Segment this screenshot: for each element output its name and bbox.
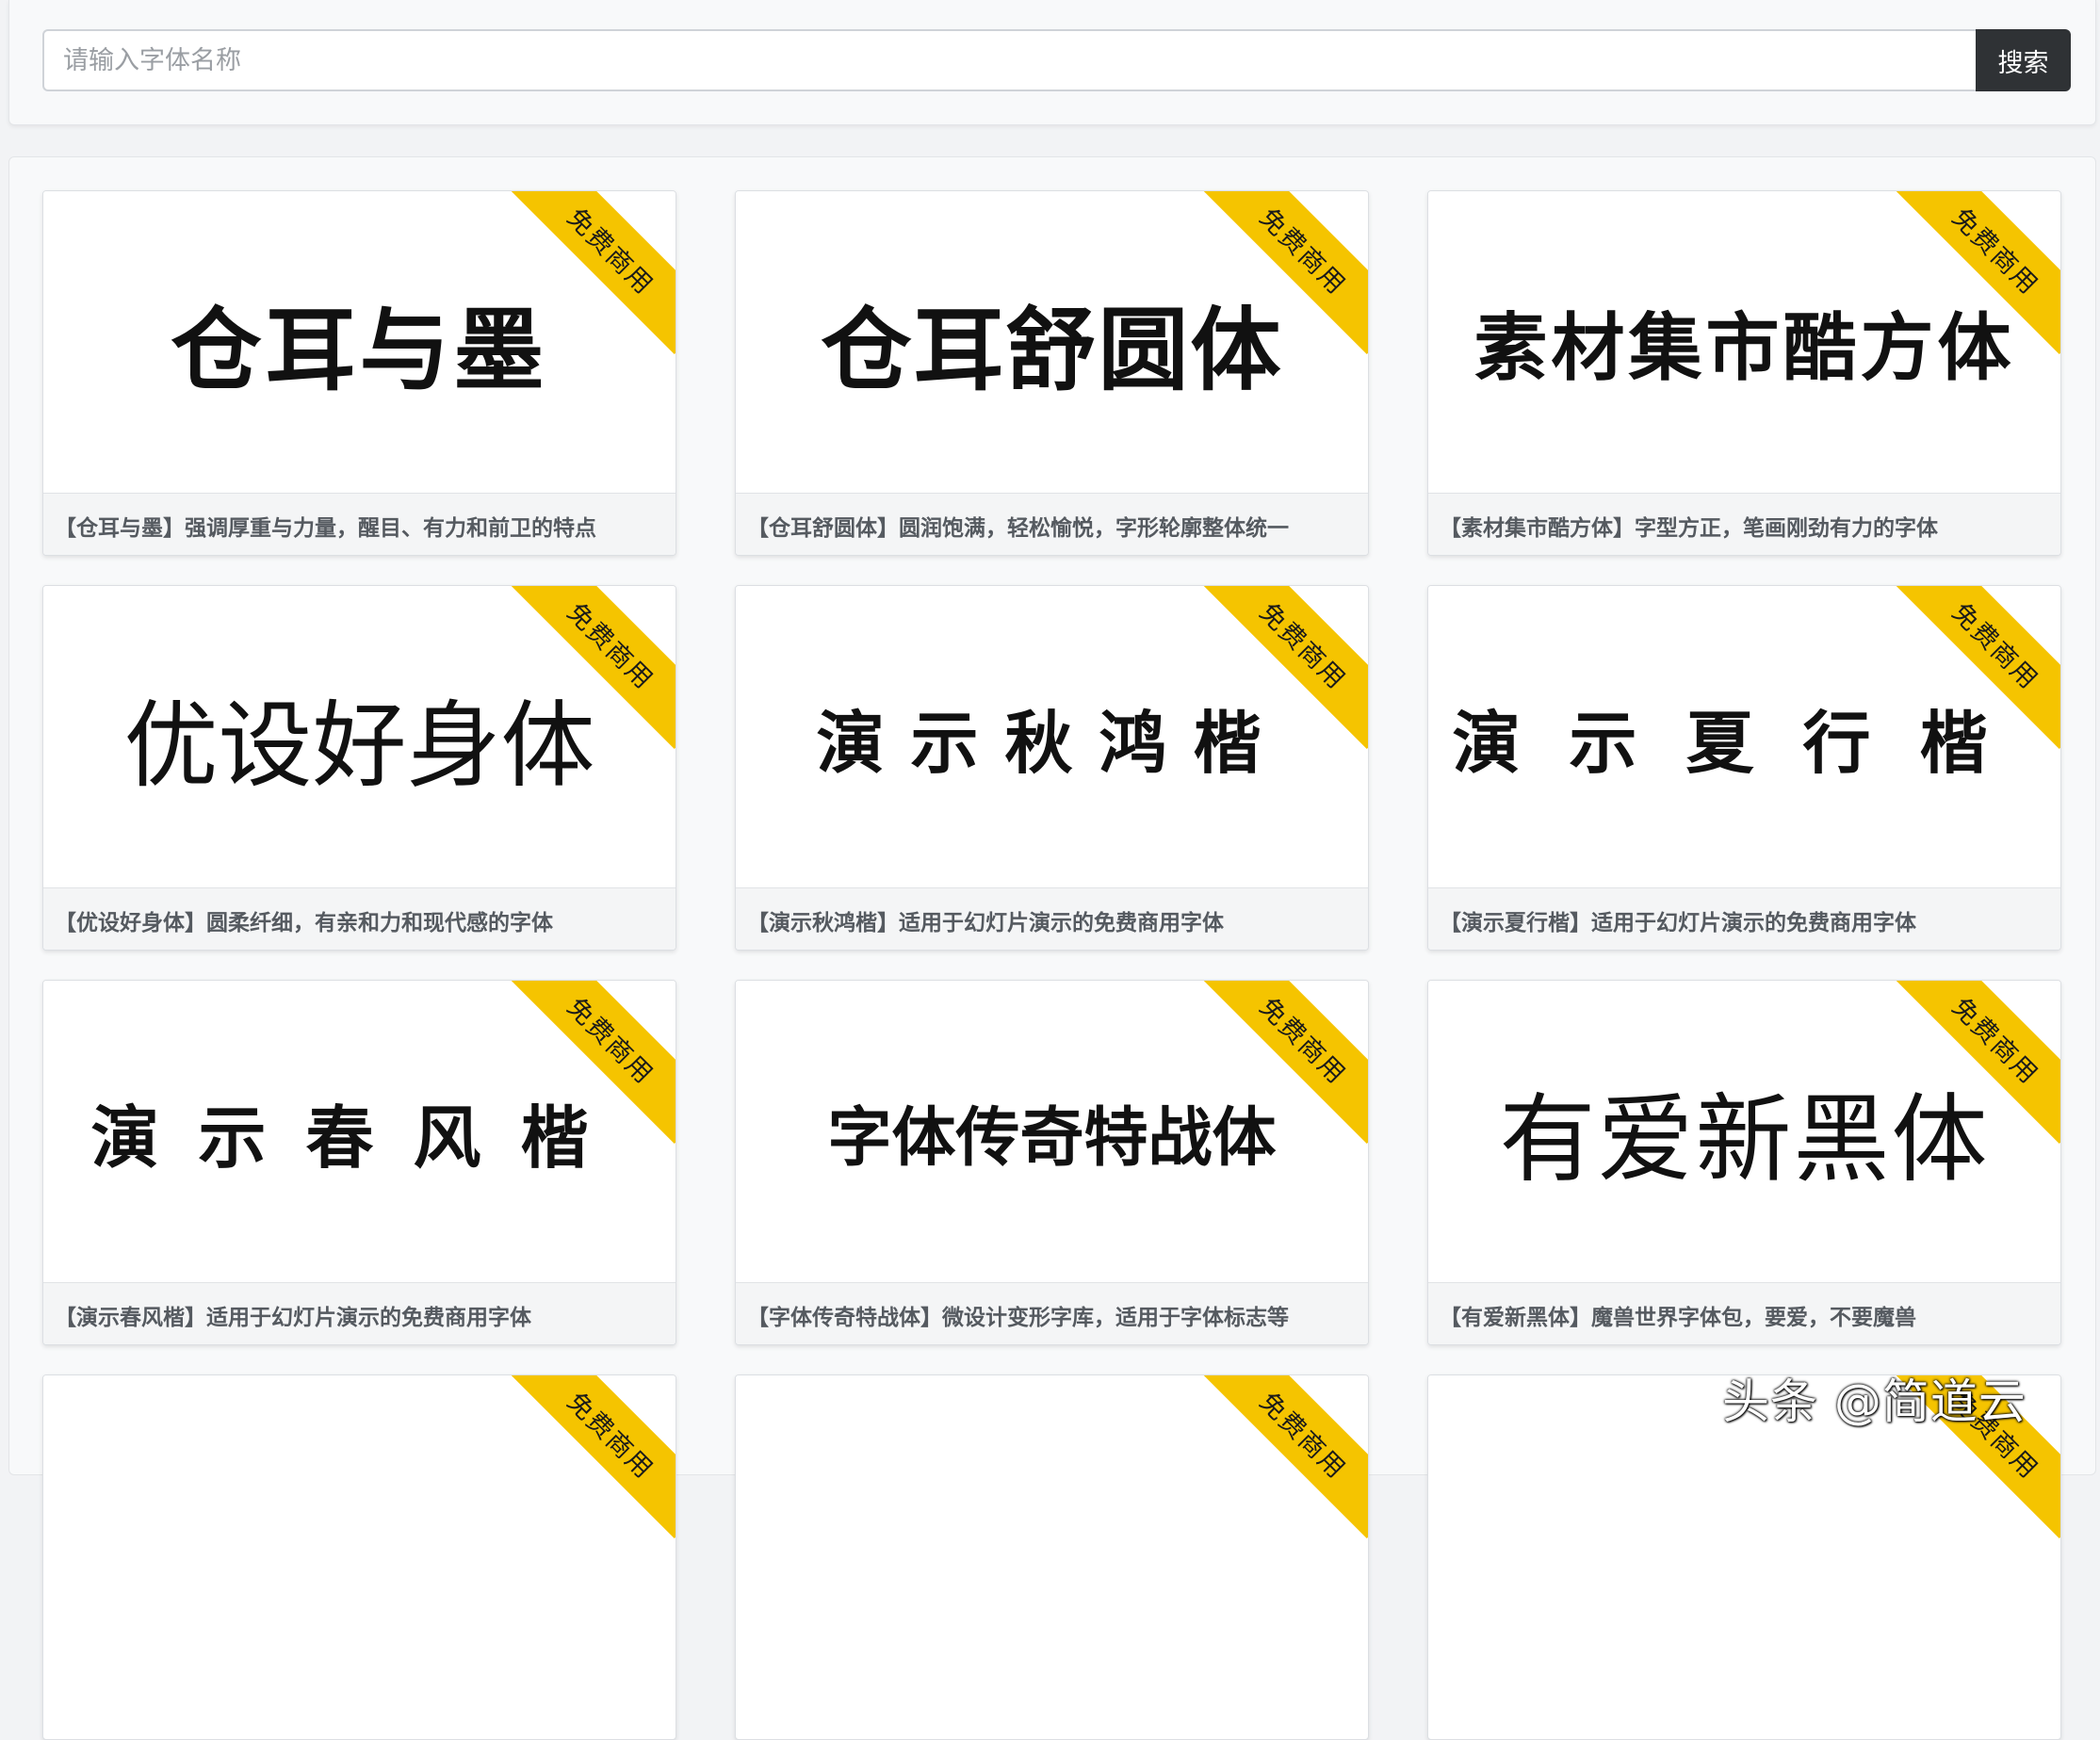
- font-card-partial-2[interactable]: 免费商用: [735, 1374, 1369, 1740]
- font-caption-bar: 【演示秋鸿楷】适用于幻灯片演示的免费商用字体: [736, 887, 1368, 950]
- font-description: 【有爱新黑体】魔兽世界字体包，要爱，不要魔兽: [1440, 1305, 1916, 1330]
- font-card-su-cai-ji-shi-ku-fang[interactable]: 素材集市酷方体 【素材集市酷方体】字型方正，笔画刚劲有力的字体 免费商用: [1427, 190, 2061, 556]
- source-watermark: 头条 @简道云: [1722, 1374, 2027, 1429]
- font-caption-bar: 【字体传奇特战体】微设计变形字库，适用于字体标志等: [736, 1282, 1368, 1344]
- font-grid: 仓耳与墨 【仓耳与墨】强调厚重与力量，醒目、有力和前卫的特点 免费商用 仓耳舒圆…: [42, 190, 2061, 1740]
- font-description: 【演示夏行楷】适用于幻灯片演示的免费商用字体: [1440, 910, 1916, 935]
- font-card-yan-shi-chun-feng-kai[interactable]: 演示春风楷 【演示春风楷】适用于幻灯片演示的免费商用字体 免费商用: [42, 980, 676, 1345]
- font-card-you-she-hao-shen[interactable]: 优设好身体 【优设好身体】圆柔纤细，有亲和力和现代感的字体 免费商用: [42, 585, 676, 951]
- font-caption-bar: 【仓耳舒圆体】圆润饱满，轻松愉悦，字形轮廓整体统一: [736, 493, 1368, 555]
- font-caption-bar: 【有爱新黑体】魔兽世界字体包，要爱，不要魔兽: [1428, 1282, 2060, 1344]
- font-caption-bar: 【优设好身体】圆柔纤细，有亲和力和现代感的字体: [43, 887, 676, 950]
- font-description: 【素材集市酷方体】字型方正，笔画刚劲有力的字体: [1440, 515, 1938, 541]
- font-description: 【演示秋鸿楷】适用于幻灯片演示的免费商用字体: [747, 910, 1224, 935]
- font-preview-text: 仓耳与墨: [171, 297, 548, 403]
- font-card-yan-shi-qiu-hong-kai[interactable]: 演示秋鸿楷 【演示秋鸿楷】适用于幻灯片演示的免费商用字体 免费商用: [735, 585, 1369, 951]
- font-caption-bar: 【仓耳与墨】强调厚重与力量，醒目、有力和前卫的特点: [43, 493, 676, 555]
- font-preview-text: 演示夏行楷: [1452, 702, 2037, 783]
- font-card-zi-ti-chuan-qi-te-zhan[interactable]: 字体传奇特战体 【字体传奇特战体】微设计变形字库，适用于字体标志等 免费商用: [735, 980, 1369, 1345]
- font-card-you-ai-xin-hei[interactable]: 有爱新黑体 【有爱新黑体】魔兽世界字体包，要爱，不要魔兽 免费商用: [1427, 980, 2061, 1345]
- search-panel: 搜索: [8, 0, 2096, 125]
- font-card-yan-shi-xia-xing-kai[interactable]: 演示夏行楷 【演示夏行楷】适用于幻灯片演示的免费商用字体 免费商用: [1427, 585, 2061, 951]
- font-caption-bar: 【演示春风楷】适用于幻灯片演示的免费商用字体: [43, 1282, 676, 1344]
- font-caption-bar: 【素材集市酷方体】字型方正，笔画刚劲有力的字体: [1428, 493, 2060, 555]
- search-input[interactable]: [42, 29, 1976, 91]
- font-card-cang-er-shu-yuan[interactable]: 仓耳舒圆体 【仓耳舒圆体】圆润饱满，轻松愉悦，字形轮廓整体统一 免费商用: [735, 190, 1369, 556]
- font-preview-text: 演示春风楷: [90, 1097, 628, 1178]
- font-preview-text: 有爱新黑体: [1499, 1083, 1990, 1196]
- search-button[interactable]: 搜索: [1976, 29, 2071, 91]
- font-card-partial-1[interactable]: 免费商用: [42, 1374, 676, 1740]
- font-list-panel: 仓耳与墨 【仓耳与墨】强调厚重与力量，醒目、有力和前卫的特点 免费商用 仓耳舒圆…: [8, 156, 2096, 1740]
- font-preview-text: 素材集市酷方体: [1473, 306, 2015, 391]
- font-card-cang-er-yu-mo[interactable]: 仓耳与墨 【仓耳与墨】强调厚重与力量，醒目、有力和前卫的特点 免费商用: [42, 190, 676, 556]
- font-caption-bar: 【演示夏行楷】适用于幻灯片演示的免费商用字体: [1428, 887, 2060, 950]
- font-description: 【仓耳舒圆体】圆润饱满，轻松愉悦，字形轮廓整体统一: [747, 515, 1289, 541]
- font-description: 【优设好身体】圆柔纤细，有亲和力和现代感的字体: [55, 910, 553, 935]
- font-preview-text: 字体传奇特战体: [827, 1100, 1277, 1176]
- font-description: 【演示春风楷】适用于幻灯片演示的免费商用字体: [55, 1305, 531, 1330]
- font-description: 【仓耳与墨】强调厚重与力量，醒目、有力和前卫的特点: [55, 515, 596, 541]
- font-preview-text: 优设好身体: [123, 690, 595, 801]
- font-preview-text: 仓耳舒圆体: [821, 297, 1283, 403]
- font-preview-text: 演示秋鸿楷: [816, 702, 1288, 783]
- font-description: 【字体传奇特战体】微设计变形字库，适用于字体标志等: [747, 1305, 1289, 1330]
